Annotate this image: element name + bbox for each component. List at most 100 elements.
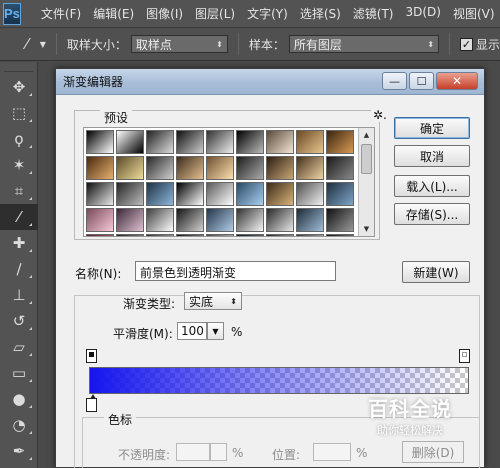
gradient-preset-swatch[interactable] (326, 234, 354, 236)
gradient-preset-swatch[interactable] (176, 182, 204, 206)
load-button[interactable]: 载入(L)... (394, 175, 470, 197)
presets-scrollbar[interactable]: ▲ ▼ (358, 128, 374, 236)
gradient-preset-swatch[interactable] (296, 130, 324, 154)
gradient-preset-swatch[interactable] (206, 208, 234, 232)
gradient-preset-swatch[interactable] (236, 130, 264, 154)
gradient-preset-swatch[interactable] (236, 156, 264, 180)
chevron-down-icon[interactable]: ▼ (207, 322, 224, 340)
gradient-preset-swatch[interactable] (86, 182, 114, 206)
gradient-preset-swatch[interactable] (296, 156, 324, 180)
gradient-tool-icon[interactable]: ▭ (0, 360, 38, 386)
gradient-preset-swatch[interactable] (86, 208, 114, 232)
scroll-down-icon[interactable]: ▼ (359, 222, 374, 236)
gradient-preset-swatch[interactable] (206, 182, 234, 206)
gradient-preset-swatch[interactable] (326, 156, 354, 180)
opacity-stop-right[interactable] (459, 349, 470, 363)
gradient-preset-swatch[interactable] (146, 182, 174, 206)
opacity-stop-left[interactable] (86, 349, 97, 363)
marquee-tool-icon[interactable]: ⬚ (0, 100, 38, 126)
gradient-preset-swatch[interactable] (296, 234, 324, 236)
clone-stamp-tool-icon[interactable]: ⊥ (0, 282, 38, 308)
gradient-preset-swatch[interactable] (176, 208, 204, 232)
scroll-up-icon[interactable]: ▲ (359, 128, 374, 142)
minimize-icon[interactable]: — (382, 72, 407, 90)
crop-tool-icon[interactable]: ⌗ (0, 178, 38, 204)
brush-tool-icon[interactable]: ∕ (0, 256, 38, 282)
magic-wand-tool-icon[interactable]: ✶ (0, 152, 38, 178)
pen-tool-icon[interactable]: ✒ (0, 438, 38, 464)
gear-icon[interactable]: ✲. (371, 108, 389, 122)
gradient-preset-swatch[interactable] (176, 234, 204, 236)
sample-size-select[interactable]: 取样点 ⬍ (130, 35, 228, 53)
gradient-preset-swatch[interactable] (236, 234, 264, 236)
color-stop-left[interactable] (86, 394, 97, 412)
gradient-preset-swatch[interactable] (146, 130, 174, 154)
gradient-preset-swatch[interactable] (206, 234, 234, 236)
menu-image[interactable]: 图像(I) (140, 5, 189, 22)
maximize-icon[interactable]: ☐ (409, 72, 434, 90)
cancel-button[interactable]: 取消 (394, 145, 470, 167)
eyedropper-tool-icon[interactable]: ⁄ (0, 204, 38, 230)
gradient-preset-swatch[interactable] (236, 182, 264, 206)
gradient-preset-swatch[interactable] (176, 130, 204, 154)
gradient-preset-swatch[interactable] (206, 130, 234, 154)
gradient-preset-swatch[interactable] (206, 156, 234, 180)
gradient-preset-swatch[interactable] (326, 130, 354, 154)
gradient-preset-swatch[interactable] (266, 208, 294, 232)
gradient-preset-swatch[interactable] (116, 130, 144, 154)
gradient-preset-swatch[interactable] (266, 182, 294, 206)
menu-edit[interactable]: 编辑(E) (87, 5, 140, 22)
gradient-preset-swatch[interactable] (86, 234, 114, 236)
gradient-preset-swatch[interactable] (176, 156, 204, 180)
gradient-preset-swatch[interactable] (266, 156, 294, 180)
gradient-preset-swatch[interactable] (296, 182, 324, 206)
show-ring-checkbox[interactable]: ✓ (460, 37, 473, 51)
tool-glyph: ↺ (12, 312, 26, 330)
gradient-preset-swatch[interactable] (236, 208, 264, 232)
menu-type[interactable]: 文字(Y) (241, 5, 294, 22)
gradient-preset-swatch[interactable] (326, 182, 354, 206)
eraser-tool-icon[interactable]: ▱ (0, 334, 38, 360)
lasso-tool-icon[interactable]: ϙ (0, 126, 38, 152)
menu-select[interactable]: 选择(S) (294, 5, 347, 22)
menu-layer[interactable]: 图层(L) (189, 5, 241, 22)
gradient-preset-swatch[interactable] (266, 130, 294, 154)
panel-grip[interactable] (4, 64, 33, 72)
dodge-tool-icon[interactable]: ◔ (0, 412, 38, 438)
ok-button[interactable]: 确定 (394, 117, 470, 139)
gradient-preset-swatch[interactable] (146, 156, 174, 180)
move-tool-icon[interactable]: ✥ (0, 74, 38, 100)
gradient-preset-swatch[interactable] (116, 208, 144, 232)
menu-view[interactable]: 视图(V) (447, 5, 500, 22)
menu-file[interactable]: 文件(F) (35, 5, 87, 22)
dialog-titlebar[interactable]: 渐变编辑器 — ☐ ✕ (56, 69, 484, 95)
gradient-preset-swatch[interactable] (86, 130, 114, 154)
menu-3d[interactable]: 3D(D) (400, 5, 447, 22)
opacity-label: 不透明度: (118, 448, 171, 462)
gradient-preset-swatch[interactable] (266, 234, 294, 236)
gradient-preset-swatch[interactable] (116, 234, 144, 236)
healing-brush-tool-icon[interactable]: ✚ (0, 230, 38, 256)
gradient-type-select[interactable]: 实底 ⬍ (184, 292, 242, 310)
smoothness-input[interactable]: 100 (177, 322, 207, 340)
close-icon[interactable]: ✕ (436, 72, 478, 90)
history-brush-tool-icon[interactable]: ↺ (0, 308, 38, 334)
gradient-preset-swatch[interactable] (86, 156, 114, 180)
gradient-preset-swatch[interactable] (116, 182, 144, 206)
gradient-preset-swatch[interactable] (116, 156, 144, 180)
eyedropper-icon[interactable]: ⁄ (16, 33, 38, 55)
name-field[interactable]: 前景色到透明渐变 (135, 261, 336, 281)
menu-items: 文件(F) 编辑(E) 图像(I) 图层(L) 文字(Y) 选择(S) 滤镜(T… (35, 5, 500, 22)
menu-filter[interactable]: 滤镜(T) (347, 5, 400, 22)
blur-tool-icon[interactable]: ● (0, 386, 38, 412)
tool-preset-dropdown-icon[interactable]: ▼ (40, 40, 46, 49)
scroll-thumb[interactable] (361, 144, 372, 174)
save-button[interactable]: 存储(S)... (394, 203, 470, 225)
sample-layers-select[interactable]: 所有图层 ⬍ (288, 35, 440, 53)
gradient-preset-swatch[interactable] (296, 208, 324, 232)
tool-glyph: ✶ (12, 156, 26, 174)
gradient-preset-swatch[interactable] (326, 208, 354, 232)
gradient-preset-swatch[interactable] (146, 234, 174, 236)
new-button[interactable]: 新建(W) (402, 261, 470, 283)
gradient-preset-swatch[interactable] (146, 208, 174, 232)
